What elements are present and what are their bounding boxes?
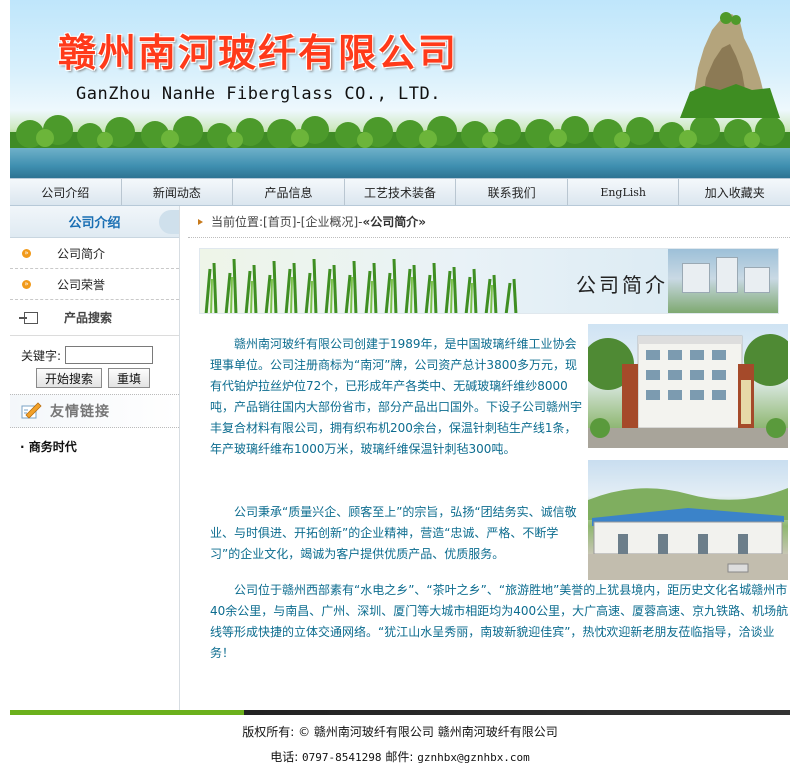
mountain-graphic <box>680 12 780 118</box>
river-graphic <box>10 148 790 178</box>
breadcrumb-section-link[interactable]: [企业概况] <box>301 213 358 230</box>
nav-item-english[interactable]: EngLish <box>568 179 680 205</box>
footer-email-link[interactable]: gznhbx@gznhbx.com <box>417 751 530 764</box>
keyword-input[interactable] <box>65 346 154 364</box>
sidebar-item-label: 公司荣誉 <box>57 277 106 292</box>
bullet-icon: » <box>22 248 31 258</box>
bullet-icon: » <box>22 279 31 289</box>
footer-phone-label: 电话: <box>270 750 303 764</box>
sidebar-title: 公司介绍 <box>68 216 121 231</box>
friendly-links-heading: 友情链接 <box>10 394 179 428</box>
culture-paragraph: 公司秉承“质量兴企、顾客至上”的宗旨，弘扬“团结务实、诚信敬业、与时俱进、开拓创… <box>210 505 577 561</box>
building-graphic <box>668 249 778 313</box>
search-buttons: 开始搜索 重填 <box>10 364 179 388</box>
friendly-links-title: 友情链接 <box>50 404 110 420</box>
breadcrumb-current: «公司简介» <box>362 215 426 229</box>
search-row: 关键字: <box>10 336 179 364</box>
keyword-label: 关键字: <box>21 348 62 363</box>
start-search-button[interactable]: 开始搜索 <box>36 368 103 388</box>
friendly-link-item[interactable]: · 商务时代 <box>10 428 179 455</box>
main-nav: 公司介绍 新闻动态 产品信息 工艺技术装备 联系我们 EngLish 加入收藏夹 <box>10 178 790 206</box>
breadcrumb-arrow-icon <box>198 218 203 225</box>
sidebar-header-decoration <box>159 210 179 234</box>
page: 赣州南河玻纤有限公司 GanZhou NanHe Fiberglass CO.,… <box>10 0 790 766</box>
product-search-title: 产品搜索 <box>64 311 113 325</box>
footer-email-label: 邮件: <box>381 750 418 764</box>
sidebar: 公司介绍 » 公司简介 » 公司荣誉 产品搜索 关键字: 开始搜索 重填 友情链… <box>10 206 180 710</box>
sidebar-item-company-honors[interactable]: » 公司荣誉 <box>10 269 179 300</box>
factory-warehouse-photo <box>588 460 788 580</box>
grass-graphic <box>204 258 518 313</box>
pencil-note-icon <box>21 402 42 419</box>
nav-item-add-favorites[interactable]: 加入收藏夹 <box>679 179 790 205</box>
sidebar-item-company-profile[interactable]: » 公司简介 <box>10 238 179 269</box>
main-content: 当前位置: [首页] - [企业概况] - «公司简介» 公司简介 赣州南河玻纤… <box>188 206 790 710</box>
nav-item-news[interactable]: 新闻动态 <box>122 179 234 205</box>
footer-phone: 0797-8541298 <box>302 751 382 764</box>
section-banner: 公司简介 <box>199 248 779 314</box>
login-arrow-icon <box>19 311 38 324</box>
breadcrumb-home-link[interactable]: [首页] <box>263 213 296 230</box>
company-name-cn: 赣州南河玻纤有限公司 <box>58 30 459 75</box>
footer: 版权所有: © 赣州南河玻纤有限公司 赣州南河玻纤有限公司 电话: 0797-8… <box>10 715 790 766</box>
office-building-photo <box>588 324 788 448</box>
nav-item-products[interactable]: 产品信息 <box>233 179 345 205</box>
breadcrumb-prefix: 当前位置: <box>211 215 264 229</box>
product-search-heading: 产品搜索 <box>10 300 179 336</box>
header-banner: 赣州南河玻纤有限公司 GanZhou NanHe Fiberglass CO.,… <box>10 0 790 178</box>
breadcrumb: 当前位置: [首页] - [企业概况] - «公司简介» <box>188 206 790 238</box>
nav-item-company-intro[interactable]: 公司介绍 <box>10 179 122 205</box>
nav-item-technology[interactable]: 工艺技术装备 <box>345 179 457 205</box>
intro-paragraph: 赣州南河玻纤有限公司创建于1989年，是中国玻璃纤维工业协会理事单位。公司注册商… <box>210 337 583 456</box>
footer-contact: 电话: 0797-8541298 邮件: gznhbx@gznhbx.com <box>10 740 790 765</box>
sidebar-item-label: 公司简介 <box>57 246 106 261</box>
reset-button[interactable]: 重填 <box>108 368 151 388</box>
section-banner-title: 公司简介 <box>576 273 668 297</box>
footer-copyright: 版权所有: © 赣州南河玻纤有限公司 赣州南河玻纤有限公司 <box>242 725 558 739</box>
company-name-en: GanZhou NanHe Fiberglass CO., LTD. <box>76 84 441 104</box>
nav-item-contact[interactable]: 联系我们 <box>456 179 568 205</box>
location-paragraph: 公司位于赣州西部素有“水电之乡”、“茶叶之乡”、“旅游胜地”美誉的上犹县境内，距… <box>210 583 789 660</box>
sidebar-header: 公司介绍 <box>10 206 179 238</box>
